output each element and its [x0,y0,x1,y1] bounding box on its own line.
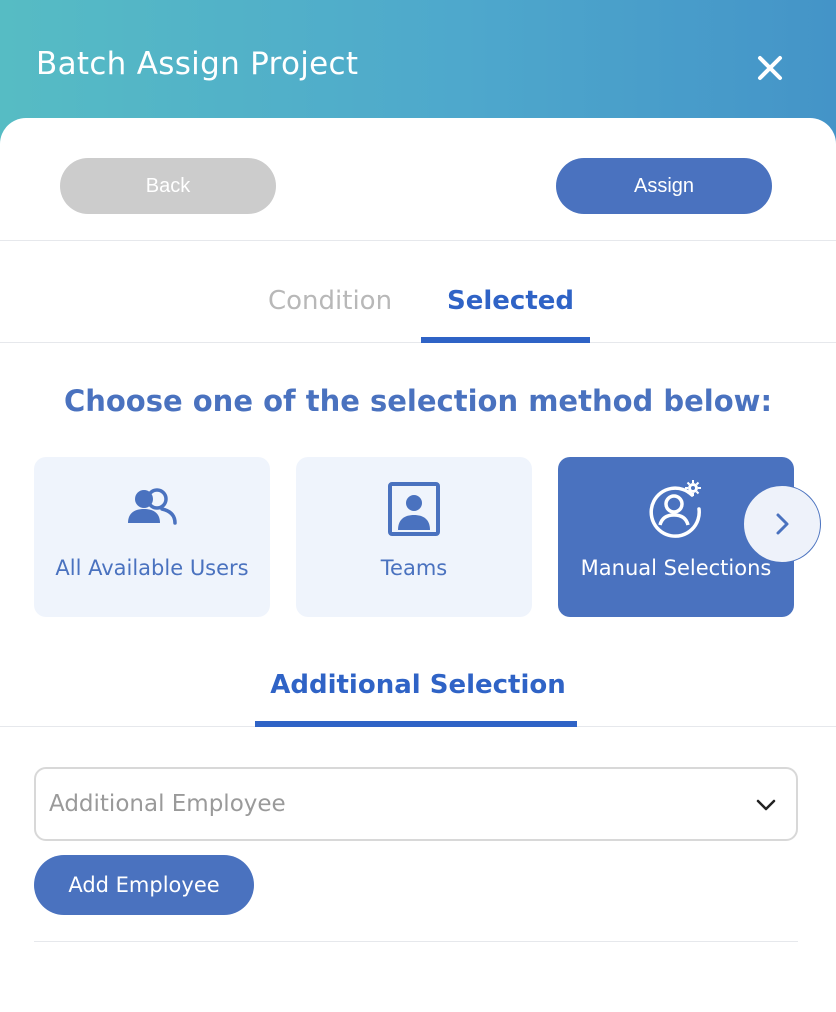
tab-selected[interactable]: Selected [447,286,574,316]
additional-employee-select[interactable]: Additional Employee [34,767,798,841]
back-button[interactable]: Back [60,158,276,214]
active-tab-indicator [421,337,590,343]
tab-condition[interactable]: Condition [268,286,392,316]
users-icon [34,479,270,539]
chevron-down-icon [756,795,776,815]
team-portrait-icon [296,479,532,539]
divider [0,240,836,241]
additional-selection-title: Additional Selection [270,670,566,700]
assign-button[interactable]: Assign [556,158,772,214]
modal-body: Back Assign Condition Selected Choose on… [0,118,836,1012]
divider [34,941,798,942]
select-placeholder: Additional Employee [49,791,286,817]
selection-prompt: Choose one of the selection method below… [63,384,773,418]
modal-title: Batch Assign Project [36,46,359,82]
chevron-right-icon[interactable] [743,485,821,563]
method-card-all-available-users[interactable]: All Available Users [34,457,270,617]
method-label: Manual Selections [580,556,772,580]
method-card-teams[interactable]: Teams [296,457,532,617]
method-label: Teams [380,556,448,580]
method-label: All Available Users [55,556,249,580]
section-indicator [255,721,577,727]
tabs-divider [0,342,836,343]
add-employee-button[interactable]: Add Employee [34,855,254,915]
close-icon[interactable] [752,50,788,86]
